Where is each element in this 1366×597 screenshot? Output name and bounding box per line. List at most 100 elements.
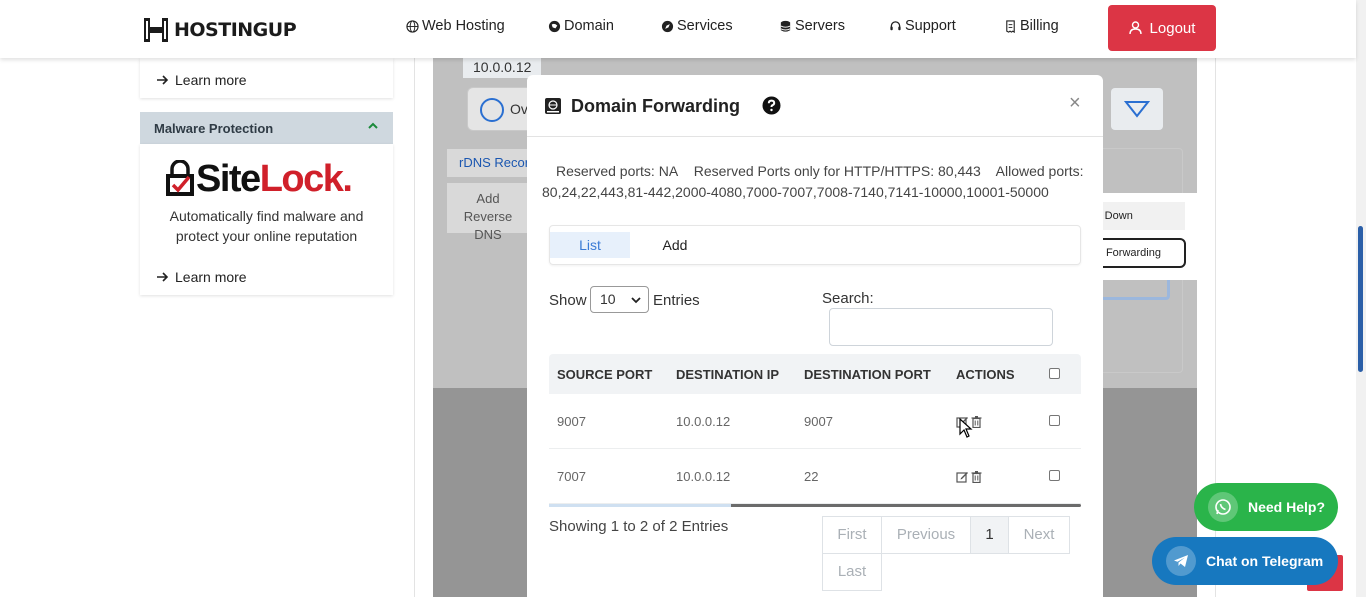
receipt-icon xyxy=(1006,19,1015,33)
dropdown-item-label: Domain Forwarding xyxy=(1095,247,1161,259)
pagination-last[interactable]: Last xyxy=(822,553,882,591)
nav-label: Support xyxy=(905,18,956,34)
hostingup-logo[interactable]: HOSTINGUP xyxy=(142,16,297,44)
forwarding-table: SOURCE PORT DESTINATION IP DESTINATION P… xyxy=(549,354,1081,504)
cell-destination-port: 22 xyxy=(804,469,819,484)
nav-label: Services xyxy=(677,18,733,34)
trash-icon[interactable] xyxy=(970,470,983,483)
nav-services[interactable]: Services xyxy=(661,18,733,34)
logout-label: Logout xyxy=(1149,19,1196,37)
malware-description: Automatically find malware and protect y… xyxy=(169,208,364,244)
column-destination-ip[interactable]: DESTINATION IP xyxy=(676,367,779,382)
cell-source-port: 7007 xyxy=(557,469,586,484)
nav-domain[interactable]: Domain xyxy=(548,18,614,34)
learn-more-label: Learn more xyxy=(175,269,247,285)
sitelock-wordmark: SiteLock. xyxy=(196,158,353,200)
search-label: Search: xyxy=(822,290,874,307)
background-filter-button xyxy=(1111,88,1163,130)
select-all-checkbox[interactable] xyxy=(1049,368,1060,379)
background-dropdown-item-forwarding: Domain Forwarding xyxy=(1093,238,1186,268)
malware-title: Malware Protection xyxy=(154,121,274,136)
learn-more-link-top[interactable]: Learn more xyxy=(156,72,247,88)
background-dropdown-item-shutdown: Shut Down xyxy=(1093,202,1185,230)
allowed-ports-label: Allowed ports: xyxy=(995,163,1084,179)
nav-servers[interactable]: Servers xyxy=(779,18,845,34)
entries-label: Entries xyxy=(653,292,700,309)
nav-label: Web Hosting xyxy=(422,18,505,34)
background-overview-label: Ov xyxy=(510,101,528,117)
search-input[interactable] xyxy=(829,308,1053,346)
whatsapp-icon xyxy=(1208,492,1238,522)
learn-more-link-bottom[interactable]: Learn more xyxy=(156,269,247,285)
column-destination-port[interactable]: DESTINATION PORT xyxy=(804,367,931,382)
malware-protection-body: SiteLock. Automatically find malware and… xyxy=(140,144,393,295)
pagination-first[interactable]: First xyxy=(822,516,882,554)
telegram-label: Chat on Telegram xyxy=(1206,553,1324,569)
learn-more-label: Learn more xyxy=(175,72,247,88)
logo-text: HOSTINGUP xyxy=(174,19,297,41)
cell-source-port: 9007 xyxy=(557,414,586,429)
sidebar-card-top: Learn more xyxy=(140,58,393,98)
modal-tabs: List Add xyxy=(549,225,1081,265)
show-label: Show xyxy=(549,292,587,309)
pagination-previous[interactable]: Previous xyxy=(881,516,971,554)
modal-header: Domain Forwarding × xyxy=(527,75,1103,137)
showing-entries-text: Showing 1 to 2 of 2 Entries xyxy=(549,518,729,535)
cube-icon xyxy=(480,98,504,122)
domain-forwarding-modal: Domain Forwarding × Reserved ports: NA R… xyxy=(527,75,1103,597)
tab-list[interactable]: List xyxy=(550,232,630,258)
sitelock-lock-icon xyxy=(166,160,194,196)
question-circle-icon[interactable] xyxy=(762,96,781,115)
user-icon xyxy=(1128,21,1142,35)
row-checkbox[interactable] xyxy=(1049,415,1060,426)
logout-button[interactable]: Logout xyxy=(1108,5,1216,51)
sitelock-logo: SiteLock. xyxy=(164,158,353,200)
ports-info: Reserved ports: NA Reserved Ports only f… xyxy=(542,161,1089,203)
nav-billing[interactable]: Billing xyxy=(1004,18,1059,34)
mouse-cursor-icon xyxy=(959,418,973,438)
sitelock-site: Site xyxy=(196,158,261,200)
book-globe-icon xyxy=(545,98,561,114)
malware-protection-header[interactable]: Malware Protection xyxy=(140,112,393,144)
nav-label: Domain xyxy=(564,18,614,34)
edit-icon[interactable] xyxy=(956,470,969,483)
domain-icon xyxy=(548,20,561,32)
tab-add[interactable]: Add xyxy=(650,232,700,258)
telegram-icon xyxy=(1166,546,1196,576)
cell-destination-ip: 10.0.0.12 xyxy=(676,414,731,429)
page-scrollbar[interactable] xyxy=(1356,0,1366,597)
background-add-reverse-dns: Add Reverse DNS xyxy=(447,183,529,242)
nav-web-hosting[interactable]: Web Hosting xyxy=(406,18,505,34)
need-help-whatsapp-button[interactable]: Need Help? xyxy=(1194,483,1338,531)
pagination-next[interactable]: Next xyxy=(1008,516,1070,554)
cell-destination-port: 9007 xyxy=(804,414,833,429)
sitelock-lock: Lock xyxy=(259,158,344,200)
cell-destination-ip: 10.0.0.12 xyxy=(676,469,731,484)
modal-close-button[interactable]: × xyxy=(1069,92,1081,115)
nav-label: Billing xyxy=(1020,18,1059,34)
chevron-up-icon xyxy=(368,122,378,129)
nav-support[interactable]: Support xyxy=(889,18,956,34)
allowed-ports-text: 80,24,22,443,81-442,2000-4080,7000-7007,… xyxy=(542,184,1049,200)
pagination-page-1[interactable]: 1 xyxy=(970,516,1009,554)
column-actions: ACTIONS xyxy=(956,367,1015,382)
chat-on-telegram-button[interactable]: Chat on Telegram xyxy=(1152,537,1338,585)
modal-title: Domain Forwarding xyxy=(571,96,741,116)
row-checkbox[interactable] xyxy=(1049,470,1060,481)
background-rdns-tab: rDNS Records xyxy=(447,149,529,177)
table-row: 7007 10.0.0.12 22 xyxy=(549,449,1081,504)
arrow-right-icon xyxy=(157,272,169,282)
database-icon xyxy=(780,20,791,32)
filter-icon xyxy=(1124,101,1150,118)
nav-label: Servers xyxy=(795,18,845,34)
table-horizontal-scrollbar[interactable] xyxy=(549,504,1081,507)
need-help-label: Need Help? xyxy=(1248,499,1326,515)
hostingup-logo-mark-icon xyxy=(144,18,168,42)
headset-icon xyxy=(890,20,901,30)
globe-icon xyxy=(406,19,419,33)
entries-per-page-select[interactable]: 10 xyxy=(590,286,649,313)
column-source-port[interactable]: SOURCE PORT xyxy=(557,367,652,382)
sitelock-dot: . xyxy=(342,158,353,200)
table-scrollbar-thumb[interactable] xyxy=(549,504,731,507)
page-scrollbar-thumb[interactable] xyxy=(1358,226,1363,372)
